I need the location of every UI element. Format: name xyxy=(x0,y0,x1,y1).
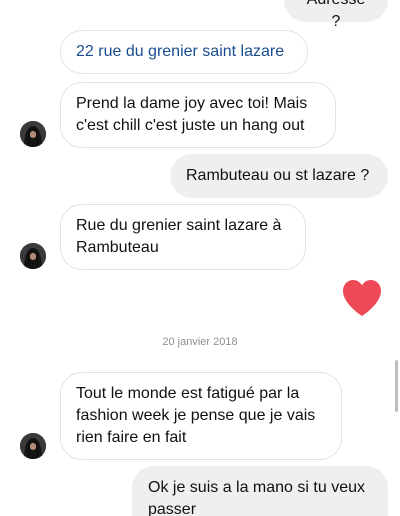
message-text: Rue du grenier saint lazare à Rambuteau xyxy=(76,217,282,256)
message-text: Adresse ? xyxy=(307,0,366,30)
message-bubble-incoming[interactable]: 22 rue du grenier saint lazare xyxy=(60,30,308,74)
message-bubble-outgoing[interactable]: Rambuteau ou st lazare ? xyxy=(170,154,388,198)
message-bubble-incoming[interactable]: Prend la dame joy avec toi! Mais c'est c… xyxy=(60,82,336,148)
avatar[interactable] xyxy=(20,121,46,147)
message-text: Prend la dame joy avec toi! Mais c'est c… xyxy=(76,95,308,134)
message-bubble-incoming[interactable]: Tout le monde est fatigué par la fashion… xyxy=(60,372,342,460)
message-thread: Adresse ? 22 rue du grenier saint lazare… xyxy=(0,0,400,516)
date-separator: 20 janvier 2018 xyxy=(162,336,238,348)
scrollbar-thumb[interactable] xyxy=(395,360,398,412)
heart-icon[interactable] xyxy=(340,278,384,318)
message-text: Tout le monde est fatigué par la fashion… xyxy=(76,385,316,446)
avatar[interactable] xyxy=(20,243,46,269)
message-bubble-outgoing[interactable]: Adresse ? xyxy=(284,0,388,30)
avatar[interactable] xyxy=(20,433,46,459)
message-text: Rambuteau ou st lazare ? xyxy=(186,167,370,184)
message-text: Ok je suis a la mano si tu veux passer xyxy=(148,479,365,516)
message-bubble-incoming[interactable]: Rue du grenier saint lazare à Rambuteau xyxy=(60,204,306,270)
address-link[interactable]: 22 rue du grenier saint lazare xyxy=(76,43,284,60)
message-bubble-outgoing[interactable]: Ok je suis a la mano si tu veux passer xyxy=(132,466,388,516)
